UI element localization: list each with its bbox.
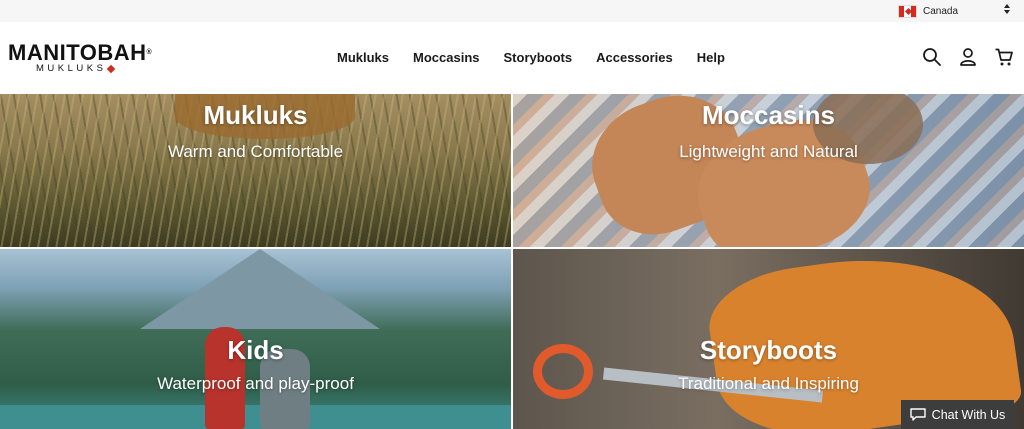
country-label: Canada	[923, 5, 959, 17]
tile-title: Moccasins	[702, 100, 835, 130]
search-icon[interactable]	[922, 47, 942, 67]
chat-bubble-icon	[909, 408, 926, 421]
tile-subtitle: Warm and Comfortable	[167, 142, 344, 161]
category-tile-moccasins[interactable]: Moccasins Lightweight and Natural	[513, 94, 1024, 247]
brand-logo[interactable]: MANITOBAH® MUKLUKS	[8, 42, 168, 76]
category-tile-mukluks[interactable]: Mukluks Warm and Comfortable	[0, 94, 511, 247]
tile-title: Storyboots	[699, 335, 838, 365]
brand-logo-wordmark: MANITOBAH®	[8, 40, 153, 65]
country-selector[interactable]: Canada	[898, 3, 1016, 19]
header-actions	[922, 47, 1014, 67]
brand-logo-tagline: MUKLUKS	[36, 64, 168, 74]
locale-bar: Canada	[0, 0, 1024, 22]
tile-title: Kids	[227, 335, 284, 365]
chat-button[interactable]: Chat With Us	[901, 400, 1014, 429]
nav-accessories[interactable]: Accessories	[596, 50, 673, 65]
canada-flag-icon	[898, 4, 917, 18]
maple-leaf-icon	[107, 64, 116, 74]
account-icon[interactable]	[958, 47, 978, 67]
nav-moccasins[interactable]: Moccasins	[413, 50, 479, 65]
nav-mukluks[interactable]: Mukluks	[337, 50, 389, 65]
tile-subtitle: Traditional and Inspiring	[678, 374, 859, 393]
category-tile-kids[interactable]: Kids Waterproof and play-proof	[0, 249, 511, 429]
site-header: MANITOBAH® MUKLUKS Mukluks Moccasins Sto…	[0, 22, 1024, 94]
nav-storyboots[interactable]: Storyboots	[504, 50, 573, 65]
tile-subtitle: Waterproof and play-proof	[157, 374, 354, 393]
nav-help[interactable]: Help	[697, 50, 725, 65]
tile-title: Mukluks	[203, 100, 308, 130]
main-nav: Mukluks Moccasins Storyboots Accessories…	[337, 50, 749, 65]
select-caret-icon	[1004, 4, 1010, 14]
chat-label: Chat With Us	[931, 407, 1006, 422]
tile-image-kids	[140, 249, 380, 329]
cart-icon[interactable]	[994, 47, 1014, 67]
tile-subtitle: Lightweight and Natural	[679, 142, 858, 161]
